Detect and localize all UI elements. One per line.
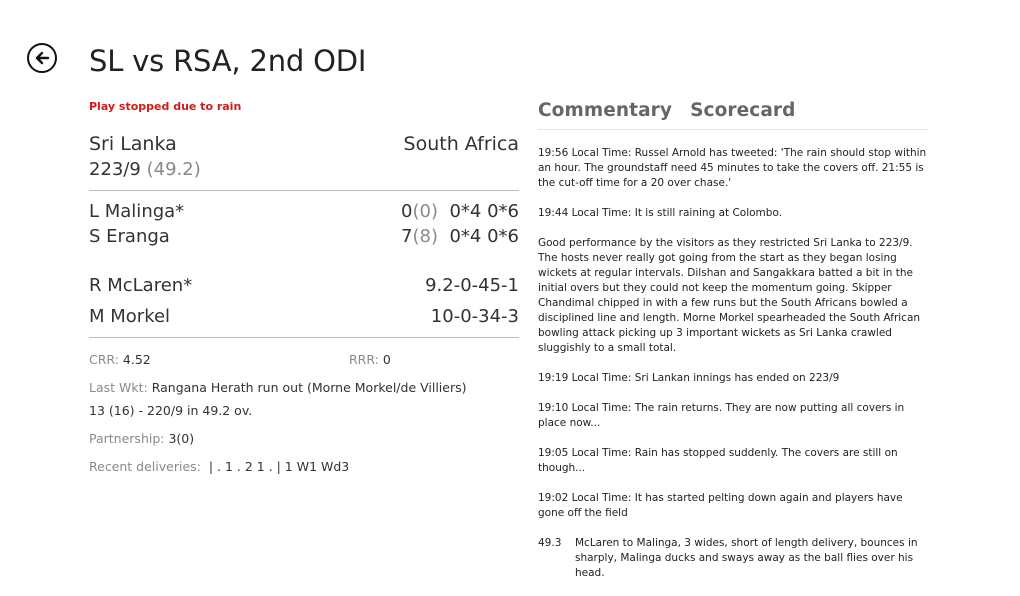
batsman-stats: 7(8) 0*4 0*6	[401, 226, 519, 247]
back-arrow-icon	[35, 51, 50, 65]
bowling-team: South Africa	[403, 133, 519, 155]
commentary-entry: 19:44 Local Time: It is still raining at…	[538, 207, 783, 219]
tab-bar: Commentary Scorecard	[538, 100, 928, 130]
bowler-figures: 9.2-0-45-1	[425, 275, 519, 296]
bowler-name: M Morkel	[89, 306, 171, 327]
page-title: SL vs RSA, 2nd ODI	[89, 44, 367, 78]
batsman-name: S Eranga	[89, 226, 170, 247]
commentary-entry: 19:02 Local Time: It has started pelting…	[538, 492, 903, 519]
batsman-runs: 7	[401, 226, 413, 247]
recent-deliveries: Recent deliveries: | . 1 . 2 1 . | 1 W1 …	[89, 459, 350, 474]
batting-team: Sri Lanka	[89, 133, 177, 155]
bowler-name: R McLaren*	[89, 275, 193, 296]
batsman-balls: (0)	[412, 201, 439, 222]
match-status: Play stopped due to rain	[89, 100, 242, 113]
overs-value: (49.2)	[146, 159, 201, 180]
commentary-entry: 19:19 Local Time: Sri Lankan innings has…	[538, 372, 840, 384]
score-value: 223/9	[89, 159, 141, 180]
batsman-row: L Malinga* 0(0) 0*4 0*6	[89, 201, 519, 226]
back-button[interactable]	[27, 43, 57, 73]
batsman-name: L Malinga*	[89, 201, 185, 222]
score-panel: Sri Lanka South Africa 223/9 (49.2) L Ma…	[89, 133, 519, 478]
ball-commentary-entry: 49.3 McLaren to Malinga, 3 wides, short …	[538, 536, 928, 581]
commentary-entry: 19:05 Local Time: Rain has stopped sudde…	[538, 447, 898, 474]
commentary-panel: Commentary Scorecard 19:56 Local Time: R…	[538, 100, 928, 596]
match-stats: CRR: 4.52 RRR: 0 Last Wkt: Rangana Herat…	[89, 348, 519, 478]
teams-row: Sri Lanka South Africa	[89, 133, 519, 155]
bowler-figures: 10-0-34-3	[430, 306, 519, 327]
batsman-sixes: 0*6	[487, 201, 519, 222]
batsman-stats: 0(0) 0*4 0*6	[401, 201, 519, 222]
commentary-entry: 19:10 Local Time: The rain returns. They…	[538, 402, 905, 429]
batsman-fours: 0*4	[449, 226, 482, 247]
batsman-balls: (8)	[412, 226, 439, 247]
partnership: Partnership: 3(0)	[89, 431, 195, 446]
divider	[89, 337, 519, 338]
innings-score: 223/9 (49.2)	[89, 159, 519, 180]
rrr-stat: RRR: 0	[349, 352, 391, 367]
last-wicket: Last Wkt: Rangana Herath run out (Morne …	[89, 380, 467, 418]
divider	[89, 190, 519, 191]
tab-commentary[interactable]: Commentary	[538, 100, 672, 121]
crr-stat: CRR: 4.52	[89, 352, 151, 367]
batsman-fours: 0*4	[449, 201, 482, 222]
ball-text: McLaren to Malinga, 3 wides, short of le…	[575, 537, 918, 579]
commentary-list[interactable]: 19:56 Local Time: Russel Arnold has twee…	[538, 146, 928, 581]
batsman-runs: 0	[401, 201, 413, 222]
commentary-entry: 19:56 Local Time: Russel Arnold has twee…	[538, 147, 927, 189]
commentary-entry: Good performance by the visitors as they…	[538, 237, 921, 354]
ball-number: 49.3	[538, 537, 562, 549]
batsman-row: S Eranga 7(8) 0*4 0*6	[89, 226, 519, 251]
bowler-row: R McLaren* 9.2-0-45-1	[89, 275, 519, 300]
batsman-sixes: 0*6	[487, 226, 519, 247]
bowler-row: M Morkel 10-0-34-3	[89, 300, 519, 327]
tab-scorecard[interactable]: Scorecard	[690, 100, 795, 121]
